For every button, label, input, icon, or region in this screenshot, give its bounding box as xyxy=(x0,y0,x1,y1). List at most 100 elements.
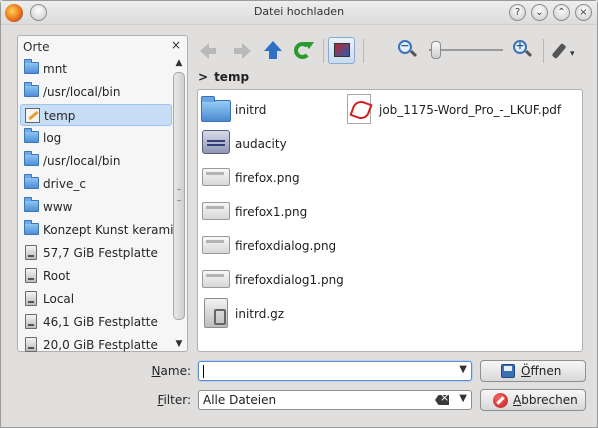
file-view[interactable]: initrd job_1175-Word_Pro_-_LKUF.pdfaudaci… xyxy=(197,89,583,352)
image-icon xyxy=(202,168,230,186)
places-item-label: www xyxy=(43,200,73,214)
wrench-icon xyxy=(551,42,567,60)
file-dialog-window: Datei hochladen ? ⌄ ⌃ × Orte × mnt/usr/l… xyxy=(0,0,598,428)
places-item[interactable]: Root xyxy=(20,265,172,287)
options-menu-button[interactable]: ▾ xyxy=(551,40,580,62)
places-close-icon[interactable]: × xyxy=(171,38,181,52)
folder-icon xyxy=(24,174,39,189)
back-button[interactable] xyxy=(198,39,222,63)
file-item[interactable]: job_1175-Word_Pro_-_LKUF.pdf xyxy=(343,94,573,126)
places-item-label: 46,1 GiB Festplatte xyxy=(43,315,158,329)
places-item[interactable]: temp xyxy=(20,104,172,126)
minimize-button[interactable]: ⌄ xyxy=(531,4,548,21)
close-button[interactable]: × xyxy=(575,4,592,21)
places-title: Orte xyxy=(23,40,50,54)
text-caret xyxy=(203,365,204,378)
breadcrumb-chevron-icon[interactable]: > xyxy=(198,70,208,84)
open-button[interactable]: Öffnen xyxy=(480,360,586,382)
arrow-up-icon xyxy=(264,41,282,59)
file-item[interactable]: audacity xyxy=(199,128,429,160)
archive-icon xyxy=(204,298,228,328)
toolbar-separator xyxy=(323,39,324,63)
places-item-label: Konzept Kunst keramik xyxy=(43,223,181,237)
file-item-label: initrd xyxy=(235,103,267,117)
drive-icon xyxy=(25,314,37,329)
places-scrollbar[interactable]: ▲ ▼ xyxy=(172,58,186,351)
scroll-up-arrow-icon[interactable]: ▲ xyxy=(172,58,186,70)
cancel-button[interactable]: Abbrechen xyxy=(480,389,586,411)
file-item[interactable]: firefoxdialog.png xyxy=(199,230,429,262)
preview-toggle-button[interactable] xyxy=(328,37,355,64)
filename-input[interactable]: ▼ xyxy=(198,361,472,381)
window-title: Datei hochladen xyxy=(253,5,345,18)
preview-icon xyxy=(334,43,350,57)
chevron-down-icon[interactable]: ▼ xyxy=(459,364,467,375)
places-item-label: 20,0 GiB Festplatte xyxy=(43,338,158,352)
filter-select[interactable]: Alle Dateien ▼ xyxy=(198,390,472,410)
reload-icon xyxy=(294,42,314,59)
file-item-label: firefox.png xyxy=(235,171,300,185)
places-item-label: /usr/local/bin xyxy=(43,85,121,99)
drive-icon xyxy=(25,337,37,352)
filter-value[interactable]: Alle Dateien xyxy=(203,393,276,407)
arrow-right-icon xyxy=(234,43,251,59)
places-panel: Orte × mnt/usr/local/bin temp log/usr/loca… xyxy=(17,35,188,352)
zoom-out-button[interactable]: − xyxy=(398,39,418,60)
parent-folder-button[interactable] xyxy=(261,39,285,63)
arrow-left-icon xyxy=(200,43,216,59)
places-item-label: 57,7 GiB Festplatte xyxy=(43,246,158,260)
places-item[interactable]: 57,7 GiB Festplatte xyxy=(20,242,172,264)
file-item[interactable]: firefoxdialog1.png xyxy=(199,264,429,296)
title-bar[interactable]: Datei hochladen ? ⌄ ⌃ × xyxy=(1,1,597,25)
file-item-label: audacity xyxy=(235,137,287,151)
maximize-button[interactable]: ⌃ xyxy=(553,4,570,21)
places-item[interactable]: mnt xyxy=(20,58,172,80)
folder-icon xyxy=(24,59,39,74)
places-header: Orte × xyxy=(18,36,187,58)
pdf-icon xyxy=(347,94,371,124)
places-item[interactable]: 46,1 GiB Festplatte xyxy=(20,311,172,333)
file-item[interactable]: firefox.png xyxy=(199,162,429,194)
zoom-in-button[interactable]: + xyxy=(513,39,533,60)
cancel-button-label: Abbrechen xyxy=(513,393,578,407)
file-item-label: firefox1.png xyxy=(235,205,308,219)
places-item-label: mnt xyxy=(43,62,67,76)
toolbar-separator xyxy=(543,39,544,63)
places-item-label: Root xyxy=(43,269,71,283)
zoom-slider-handle[interactable] xyxy=(431,41,441,59)
places-item[interactable]: www xyxy=(20,196,172,218)
image-icon xyxy=(202,270,230,288)
file-item-label: firefoxdialog.png xyxy=(235,239,337,253)
file-item-label: initrd.gz xyxy=(235,307,285,321)
chevron-down-icon[interactable]: ▼ xyxy=(459,393,467,404)
drive-icon xyxy=(25,291,37,306)
image-icon xyxy=(202,202,230,220)
edit-folder-icon xyxy=(25,108,40,123)
file-item-label: firefoxdialog1.png xyxy=(235,273,344,287)
file-item[interactable]: initrd.gz xyxy=(199,298,429,330)
file-item[interactable]: firefox1.png xyxy=(199,196,429,228)
scroll-thumb[interactable] xyxy=(173,72,185,320)
scroll-down-arrow-icon[interactable]: ▼ xyxy=(172,339,186,351)
clear-filter-icon[interactable] xyxy=(435,395,449,405)
folder-icon xyxy=(24,220,39,235)
places-item[interactable]: log xyxy=(20,127,172,149)
breadcrumb-current[interactable]: temp xyxy=(214,70,249,84)
places-item[interactable]: Konzept Kunst keramik xyxy=(20,219,180,241)
places-item[interactable]: Local xyxy=(20,288,172,310)
drive-icon xyxy=(25,268,37,283)
places-item-label: drive_c xyxy=(43,177,86,191)
drive-icon xyxy=(25,245,37,260)
places-item[interactable]: drive_c xyxy=(20,173,172,195)
places-item[interactable]: /usr/local/bin xyxy=(20,150,172,172)
name-label: Name: xyxy=(151,364,191,378)
reload-button[interactable] xyxy=(291,39,315,63)
folder-icon xyxy=(24,197,39,212)
places-item[interactable]: /usr/local/bin xyxy=(20,81,172,103)
image-icon xyxy=(202,236,230,254)
forward-button[interactable] xyxy=(229,39,253,63)
help-button[interactable]: ? xyxy=(509,4,526,21)
breadcrumb[interactable]: > temp xyxy=(198,70,249,84)
places-item[interactable]: 20,0 GiB Festplatte xyxy=(20,334,172,356)
places-item-label: Local xyxy=(43,292,75,306)
